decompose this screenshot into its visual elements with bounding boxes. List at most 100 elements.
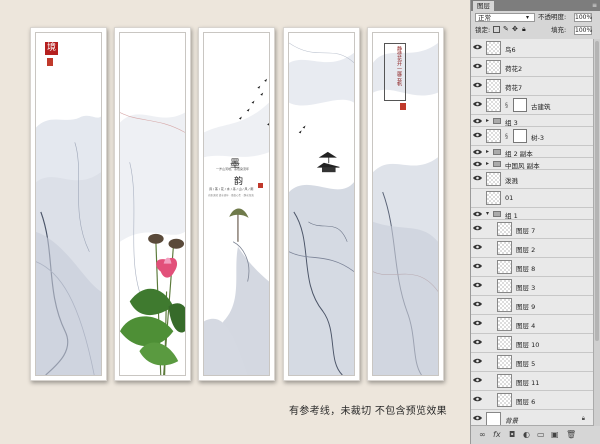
layer-row[interactable]: 01 [471, 189, 593, 208]
layer-group-row[interactable]: ▸ 组 2 副本 [471, 146, 593, 158]
lotus-art [120, 112, 185, 375]
poster-subtitle: 一岁山河地，墨色染流年 [216, 167, 250, 171]
layer-row[interactable]: § 古建筑 [471, 96, 593, 115]
layer-group-row[interactable]: ▸ 组 3 [471, 115, 593, 127]
layer-name: 01 [505, 194, 514, 202]
poster-panel-3: 墨 一岁山河地，墨色染流年 韵 诗 / 茶 / 花 / 水 / 墨 / 山 / … [198, 27, 275, 381]
visibility-eye-icon[interactable] [473, 161, 482, 167]
visibility-eye-icon[interactable] [473, 149, 482, 155]
visibility-eye-icon[interactable] [473, 63, 482, 69]
fill-input[interactable]: 100% [574, 26, 592, 35]
visibility-eye-icon[interactable] [473, 194, 482, 200]
layer-group-row[interactable]: ▾ 组 1 [471, 208, 593, 220]
layer-row[interactable]: 荷花2 [471, 58, 593, 77]
fill-label: 填充: [551, 26, 567, 34]
new-layer-icon[interactable]: ▣ [551, 430, 559, 439]
layer-thumbnail [486, 79, 501, 93]
expand-arrow-icon[interactable]: ▸ [486, 160, 489, 167]
layer-row[interactable]: § 树-3 [471, 127, 593, 146]
expand-arrow-icon[interactable]: ▾ [486, 210, 489, 217]
visibility-eye-icon[interactable] [473, 263, 482, 269]
layer-row[interactable]: 鸟6 [471, 39, 593, 58]
layer-thumbnail [497, 279, 512, 293]
visibility-eye-icon[interactable] [473, 396, 482, 402]
opacity-input[interactable]: 100% [574, 13, 592, 22]
vertical-title-text: 静待花开一展云帆 [396, 46, 402, 86]
visibility-eye-icon[interactable] [473, 225, 482, 231]
layer-row[interactable]: 图层 7 [471, 220, 593, 239]
add-mask-icon[interactable]: ◘ [509, 430, 515, 439]
adjustment-layer-icon[interactable]: ◐ [523, 430, 530, 439]
lock-all-icon[interactable]: 🔒︎ [522, 25, 526, 34]
visibility-eye-icon[interactable] [473, 339, 482, 345]
visibility-eye-icon[interactable] [473, 101, 482, 107]
visibility-eye-icon[interactable] [473, 118, 482, 124]
new-group-icon[interactable]: ▭ [537, 430, 545, 439]
visibility-eye-icon[interactable] [473, 377, 482, 383]
poster-panel-5: 静待花开一展云帆 [367, 27, 444, 381]
visibility-eye-icon[interactable] [473, 358, 482, 364]
link-layers-icon[interactable]: ∞ [479, 430, 486, 439]
layer-name: 图层 5 [516, 360, 536, 368]
folder-icon [493, 118, 501, 124]
lock-transparency-icon[interactable] [493, 26, 500, 33]
visibility-eye-icon[interactable] [473, 244, 482, 250]
poster-tagline: 诗 / 茶 / 花 / 水 / 墨 / 山 / 风 / 雨 [209, 187, 254, 191]
layer-row[interactable]: 图层 8 [471, 258, 593, 277]
poster-panel-2 [114, 27, 191, 381]
layer-name: 图层 6 [516, 398, 536, 406]
tab-layers[interactable]: 图层 [473, 1, 494, 11]
layer-row[interactable]: 图层 6 [471, 391, 593, 410]
visibility-eye-icon[interactable] [473, 282, 482, 288]
chevron-down-icon: ▾ [526, 14, 530, 21]
layer-name: 图层 9 [516, 303, 536, 311]
layer-mask-thumbnail[interactable] [513, 129, 527, 143]
layer-list-scrollbar[interactable] [593, 39, 600, 426]
poster-panel-1: 境 [30, 27, 107, 381]
fx-icon[interactable]: fx [493, 430, 501, 439]
layer-name: 中国风 副本 [505, 162, 540, 170]
layer-row[interactable]: 图层 5 [471, 353, 593, 372]
poster-title-yun: 韵 [234, 177, 244, 187]
panel-menu-icon[interactable]: ≡ [592, 2, 597, 9]
lock-row: 锁定: ✎ ✥ 🔒︎ 填充: 100% [471, 24, 600, 37]
layer-row[interactable]: 图层 2 [471, 239, 593, 258]
layer-mask-thumbnail[interactable] [513, 98, 527, 112]
expand-arrow-icon[interactable]: ▸ [486, 148, 489, 155]
lock-pixels-icon[interactable]: ✎ [503, 25, 509, 33]
layer-row[interactable]: 图层 10 [471, 334, 593, 353]
visibility-eye-icon[interactable] [473, 132, 482, 138]
poster-small-text: 光影流转 清水流年 · 意由心生 · 静水深流 [208, 194, 254, 197]
layer-row[interactable]: 荷花7 [471, 77, 593, 96]
layer-row[interactable]: 图层 11 [471, 372, 593, 391]
layer-row[interactable]: 图层 4 [471, 315, 593, 334]
lock-position-icon[interactable]: ✥ [512, 25, 518, 33]
layer-row[interactable]: 泼溅 [471, 170, 593, 189]
layer-group-row[interactable]: ▸ 中国风 副本 [471, 158, 593, 170]
ink-pavilion-art [289, 42, 354, 375]
visibility-eye-icon[interactable] [473, 301, 482, 307]
layer-name: 图层 11 [516, 379, 540, 387]
expand-arrow-icon[interactable]: ▸ [486, 117, 489, 124]
canvas-caption: 有参考线，未裁切 不包含预览效果 [289, 406, 447, 417]
visibility-eye-icon[interactable] [473, 415, 482, 421]
layer-name: 图层 2 [516, 246, 536, 254]
layer-list[interactable]: 鸟6 荷花2 荷花7 § 古建筑 ▸ 组 3 § 树-3 ▸ 组 2 副本 ▸ 中国风 副本 泼溅 01 ▾ 组… [471, 39, 593, 426]
mask-link-icon[interactable]: § [505, 133, 508, 140]
layer-row[interactable]: 图层 9 [471, 296, 593, 315]
layer-thumbnail [497, 355, 512, 369]
mask-link-icon[interactable]: § [505, 102, 508, 109]
document-canvas[interactable]: 境 墨 一岁山河地，墨色染流年 韵 诗 / 茶 / 花 / 水 / 墨 / 山 … [0, 0, 470, 444]
visibility-eye-icon[interactable] [473, 175, 482, 181]
delete-layer-icon[interactable]: 🗑︎ [566, 430, 576, 439]
layer-name: 荷花7 [505, 84, 523, 92]
layer-row[interactable]: 背景 🔒︎ [471, 410, 593, 426]
layer-thumbnail [497, 374, 512, 388]
visibility-eye-icon[interactable] [473, 44, 482, 50]
visibility-eye-icon[interactable] [473, 320, 482, 326]
layer-name: 荷花2 [505, 65, 523, 73]
visibility-eye-icon[interactable] [473, 211, 482, 217]
layer-name: 背景 [505, 417, 518, 425]
layer-row[interactable]: 图层 3 [471, 277, 593, 296]
visibility-eye-icon[interactable] [473, 82, 482, 88]
